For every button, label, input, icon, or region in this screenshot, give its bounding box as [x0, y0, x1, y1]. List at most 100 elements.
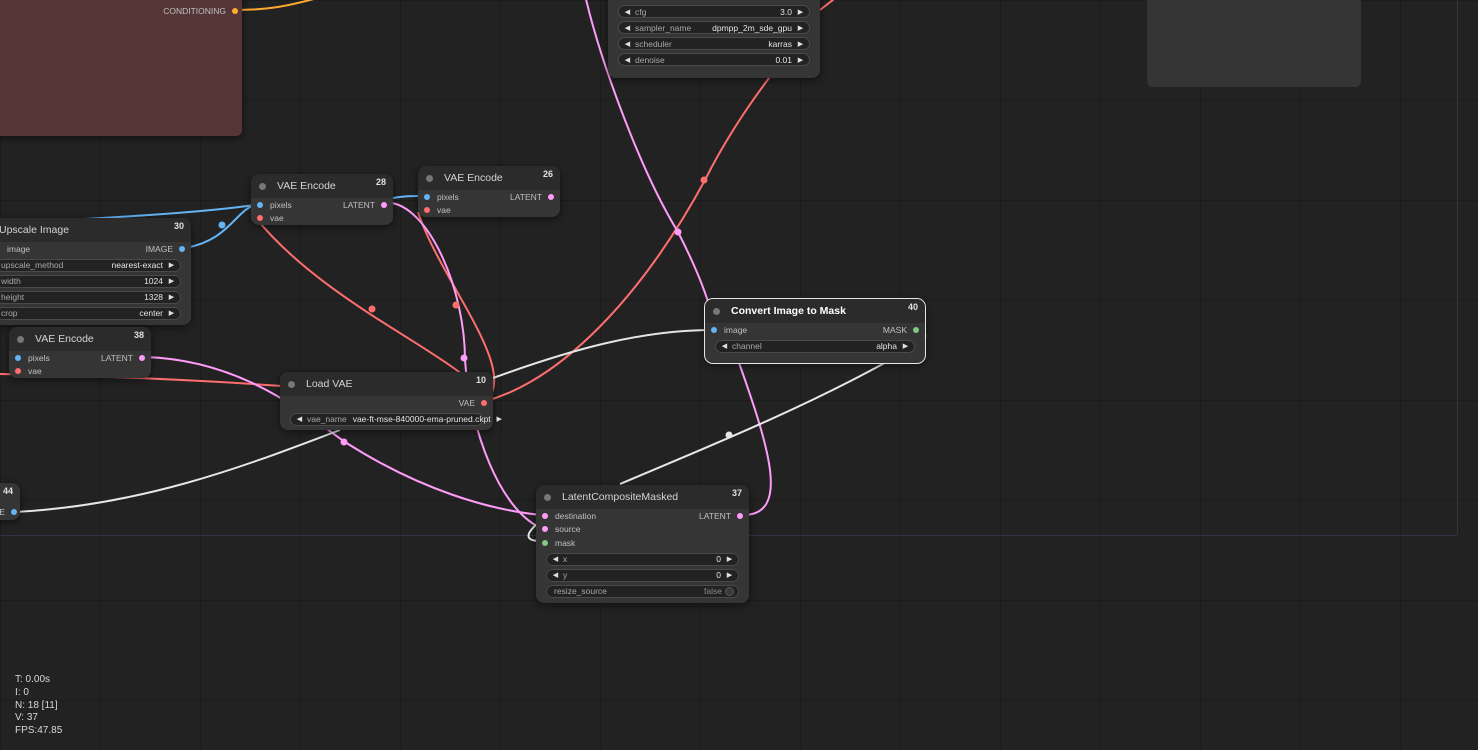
upscale-image-node-30[interactable]: Upscale Image 30 image IMAGE upscale_met… — [0, 218, 191, 325]
slot-label: pixels — [28, 352, 50, 363]
conditioning-node[interactable]: CONDITIONING — [0, 0, 242, 136]
ksampler-node[interactable]: ◀ cfg 3.0 ▶ ◀ sampler_name dpmpp_2m_sde_… — [608, 0, 820, 78]
increment-arrow-icon[interactable]: ▶ — [495, 415, 504, 423]
output-pin[interactable] — [381, 201, 387, 208]
vae-name-widget[interactable]: ◀ vae_name vae-ft-mse-840000-ema-pruned.… — [290, 412, 502, 426]
increment-arrow-icon[interactable]: ▶ — [901, 342, 910, 350]
increment-arrow-icon[interactable]: ▶ — [796, 40, 805, 48]
node-title-bar[interactable]: LatentCompositeMasked 37 — [536, 485, 749, 509]
node-44-output[interactable]: SE — [0, 505, 17, 519]
upscale-method-widget[interactable]: upscale_method nearest-exact ▶ — [0, 258, 181, 272]
decrement-arrow-icon[interactable]: ◀ — [295, 415, 304, 423]
node-title-bar[interactable]: Upscale Image 30 — [0, 218, 191, 242]
pixels-input[interactable]: pixels — [424, 190, 459, 204]
latent-composite-masked-node-37[interactable]: LatentCompositeMasked 37 destination LAT… — [536, 485, 749, 603]
collapse-dot-icon[interactable] — [17, 335, 24, 343]
crop-widget[interactable]: crop center ▶ — [0, 306, 181, 320]
image-output[interactable]: IMAGE — [146, 242, 185, 256]
collapse-dot-icon[interactable] — [288, 380, 295, 388]
output-pin[interactable] — [913, 326, 919, 333]
slot-label: MASK — [882, 324, 907, 335]
load-vae-node-10[interactable]: Load VAE 10 VAE ◀ vae_name vae-ft-mse-84… — [280, 372, 502, 430]
node-title-bar[interactable]: VAE Encode 38 — [9, 327, 151, 351]
latent-output[interactable]: LATENT — [343, 198, 387, 212]
slot-label: LATENT — [699, 510, 731, 521]
image-input[interactable]: image — [0, 242, 30, 256]
resize-source-toggle[interactable]: resize_source false — [546, 584, 739, 598]
increment-arrow-icon[interactable]: ▶ — [167, 277, 176, 285]
input-pin[interactable] — [542, 539, 548, 546]
image-input[interactable]: image — [711, 323, 747, 337]
increment-arrow-icon[interactable]: ▶ — [167, 293, 176, 301]
channel-widget[interactable]: ◀ channel alpha ▶ — [715, 339, 915, 353]
latent-output[interactable]: LATENT — [699, 509, 743, 523]
y-widget[interactable]: ◀ y 0 ▶ — [546, 568, 739, 582]
increment-arrow-icon[interactable]: ▶ — [796, 8, 805, 16]
x-widget[interactable]: ◀ x 0 ▶ — [546, 552, 739, 566]
increment-arrow-icon[interactable]: ▶ — [167, 261, 176, 269]
node-title-bar[interactable]: VAE Encode 28 — [251, 174, 393, 198]
increment-arrow-icon[interactable]: ▶ — [725, 555, 734, 563]
input-pin[interactable] — [257, 201, 263, 208]
pixels-input[interactable]: pixels — [257, 198, 292, 212]
decrement-arrow-icon[interactable]: ◀ — [623, 40, 632, 48]
scheduler-widget[interactable]: ◀ scheduler karras ▶ — [618, 37, 810, 50]
convert-image-to-mask-node-40[interactable]: Convert Image to Mask 40 image MASK ◀ ch… — [704, 298, 926, 364]
vae-encode-node-38[interactable]: VAE Encode 38 pixels LATENT vae — [9, 327, 151, 378]
conditioning-output[interactable]: CONDITIONING — [163, 4, 238, 18]
collapse-dot-icon[interactable] — [544, 493, 551, 501]
wire-conditioning — [235, 0, 315, 11]
node-44[interactable]: 44 SE — [0, 483, 20, 520]
destination-input[interactable]: destination — [542, 509, 596, 523]
source-input[interactable]: source — [542, 523, 581, 537]
input-pin[interactable] — [15, 354, 21, 361]
increment-arrow-icon[interactable]: ▶ — [796, 56, 805, 64]
latent-output[interactable]: LATENT — [510, 190, 554, 204]
pixels-input[interactable]: pixels — [15, 351, 50, 365]
output-pin[interactable] — [481, 399, 487, 406]
vae-encode-node-26[interactable]: VAE Encode 26 pixels LATENT vae — [418, 166, 560, 217]
output-pin[interactable] — [548, 193, 554, 200]
input-pin[interactable] — [257, 215, 263, 222]
output-pin[interactable] — [737, 512, 743, 519]
mask-output[interactable]: MASK — [883, 323, 919, 337]
decrement-arrow-icon[interactable]: ◀ — [720, 342, 729, 350]
input-pin[interactable] — [424, 193, 430, 200]
input-pin[interactable] — [424, 207, 430, 214]
vae-input[interactable]: vae — [424, 204, 451, 218]
output-pin[interactable] — [11, 508, 17, 515]
input-pin[interactable] — [542, 526, 548, 533]
decrement-arrow-icon[interactable]: ◀ — [551, 571, 560, 579]
input-pin[interactable] — [542, 512, 548, 519]
collapse-dot-icon[interactable] — [259, 182, 266, 190]
node-title-bar[interactable]: VAE Encode 26 — [418, 166, 560, 190]
decrement-arrow-icon[interactable]: ◀ — [623, 8, 632, 16]
latent-output[interactable]: LATENT — [101, 351, 145, 365]
decrement-arrow-icon[interactable]: ◀ — [623, 56, 632, 64]
cfg-widget[interactable]: ◀ cfg 3.0 ▶ — [618, 5, 810, 18]
width-widget[interactable]: width 1024 ▶ — [0, 274, 181, 288]
decrement-arrow-icon[interactable]: ◀ — [551, 555, 560, 563]
input-pin[interactable] — [711, 326, 717, 333]
vae-input[interactable]: vae — [15, 365, 42, 379]
height-widget[interactable]: height 1328 ▶ — [0, 290, 181, 304]
input-pin[interactable] — [15, 368, 21, 375]
increment-arrow-icon[interactable]: ▶ — [167, 309, 176, 317]
toggle-knob-icon[interactable] — [725, 586, 734, 596]
vae-encode-node-28[interactable]: VAE Encode 28 pixels LATENT vae — [251, 174, 393, 225]
output-pin[interactable] — [179, 245, 185, 252]
denoise-widget[interactable]: ◀ denoise 0.01 ▶ — [618, 53, 810, 66]
output-pin[interactable] — [139, 354, 145, 361]
increment-arrow-icon[interactable]: ▶ — [796, 24, 805, 32]
output-pin[interactable] — [232, 7, 238, 14]
collapse-dot-icon[interactable] — [713, 307, 720, 315]
sampler-name-widget[interactable]: ◀ sampler_name dpmpp_2m_sde_gpu ▶ — [618, 21, 810, 34]
collapse-dot-icon[interactable] — [426, 174, 433, 182]
node-title-bar[interactable]: Convert Image to Mask 40 — [705, 299, 925, 323]
mask-input[interactable]: mask — [542, 536, 575, 550]
vae-input[interactable]: vae — [257, 212, 284, 226]
increment-arrow-icon[interactable]: ▶ — [725, 571, 734, 579]
node-title-bar[interactable]: Load VAE 10 — [280, 372, 493, 396]
vae-output[interactable]: VAE — [459, 396, 487, 410]
decrement-arrow-icon[interactable]: ◀ — [623, 24, 632, 32]
